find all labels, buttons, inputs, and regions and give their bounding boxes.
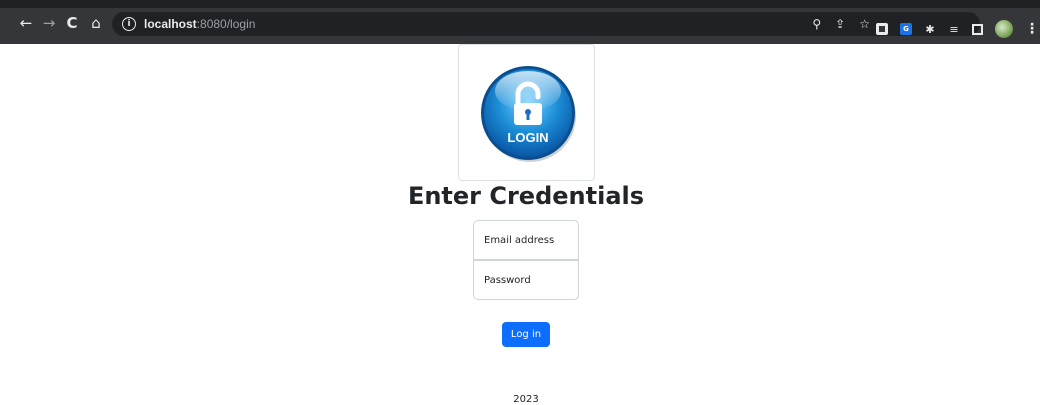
logo-text: LOGIN — [507, 130, 548, 145]
profile-avatar[interactable] — [995, 20, 1013, 38]
share-icon[interactable]: ⇪ — [835, 17, 845, 31]
address-bar[interactable]: i localhost:8080/login ⚲ ⇪ ☆ — [112, 12, 980, 36]
extension-icon[interactable] — [876, 23, 888, 35]
reload-icon[interactable]: C — [61, 12, 83, 34]
extensions-icon[interactable]: ✱ — [924, 23, 936, 36]
login-logo-card: LOGIN — [458, 44, 595, 181]
zoom-icon[interactable]: ⚲ — [812, 17, 821, 31]
translate-icon[interactable]: G — [900, 23, 912, 35]
email-field[interactable] — [473, 220, 579, 260]
reading-list-icon[interactable]: ≡ — [948, 23, 960, 36]
login-button[interactable]: Log in — [502, 322, 550, 347]
url-host: localhost — [144, 17, 197, 31]
browser-toolbar: ← → C ⌂ i localhost:8080/login ⚲ ⇪ ☆ G ✱… — [0, 0, 1040, 44]
page-title: Enter Credentials — [407, 182, 645, 210]
password-field[interactable] — [473, 260, 579, 300]
forward-icon[interactable]: → — [38, 12, 60, 34]
star-icon[interactable]: ☆ — [859, 17, 870, 31]
menu-icon[interactable]: ⋮ — [1025, 21, 1039, 37]
url-path: :8080/login — [196, 17, 256, 31]
home-icon[interactable]: ⌂ — [85, 12, 107, 34]
login-lock-logo: LOGIN — [481, 66, 576, 162]
url-text[interactable]: localhost:8080/login — [144, 17, 255, 31]
side-panel-icon[interactable] — [972, 23, 983, 35]
info-icon[interactable]: i — [122, 17, 136, 31]
footer-year: 2023 — [513, 394, 539, 405]
back-icon[interactable]: ← — [15, 12, 37, 34]
